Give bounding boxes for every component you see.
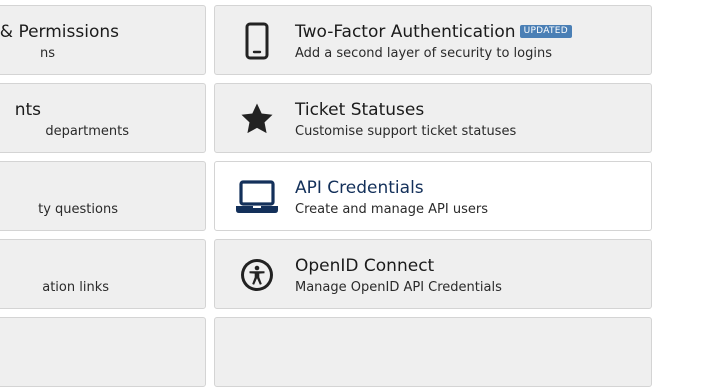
settings-card-security-questions[interactable]: ty questions (0, 161, 206, 231)
settings-card-permissions[interactable]: s & Permissions ns (0, 5, 206, 75)
card-title-text: Two-Factor Authentication (295, 22, 516, 42)
card-description: Add a second layer of security to logins (295, 46, 552, 61)
card-description: departments (45, 124, 129, 139)
card-description: ns (39, 46, 55, 61)
settings-card-departments[interactable]: nts departments (0, 83, 206, 153)
accessibility-icon (235, 253, 279, 297)
card-title: s & Permissions (0, 22, 119, 42)
card-description: Create and manage API users (295, 202, 488, 217)
card-title: API Credentials (295, 178, 424, 198)
mobile-phone-icon (235, 19, 279, 63)
settings-card-api-credentials[interactable]: API Credentials Create and manage API us… (214, 161, 652, 231)
updated-badge: UPDATED (519, 24, 573, 38)
card-title: nts (14, 100, 41, 120)
card-description: ty questions (38, 202, 118, 217)
card-description: Manage OpenID API Credentials (295, 280, 502, 295)
settings-card-navigation-links[interactable]: ation links (0, 239, 206, 309)
laptop-icon (235, 175, 279, 219)
card-description: Customise support ticket statuses (295, 124, 517, 139)
card-description: ation links (42, 280, 109, 295)
settings-card-openid-connect[interactable]: OpenID Connect Manage OpenID API Credent… (214, 239, 652, 309)
settings-card-two-factor-authentication[interactable]: Two-Factor Authentication UPDATED Add a s… (214, 5, 652, 75)
card-title: Two-Factor Authentication UPDATED (295, 22, 573, 42)
settings-card-partial[interactable] (214, 317, 652, 387)
card-title: Ticket Statuses (295, 100, 425, 120)
star-icon (235, 97, 279, 141)
card-title: OpenID Connect (295, 256, 435, 276)
settings-card-partial[interactable] (0, 317, 206, 387)
settings-card-ticket-statuses[interactable]: Ticket Statuses Customise support ticket… (214, 83, 652, 153)
